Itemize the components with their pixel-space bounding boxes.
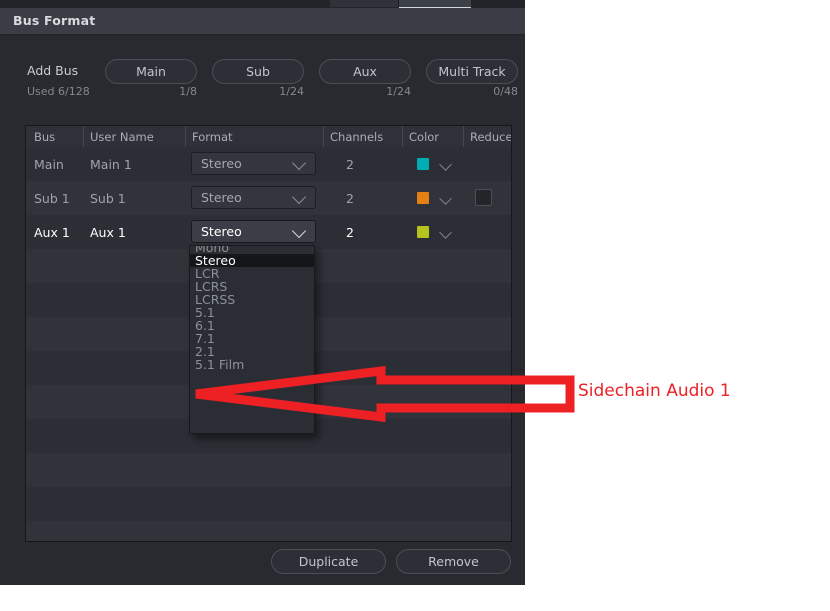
add-bus-aux-count: 1/24 — [386, 85, 411, 98]
window-tab-strip — [0, 0, 525, 9]
add-bus-multi-track-button[interactable]: Multi Track — [426, 59, 518, 84]
add-bus-sub-count: 1/24 — [279, 85, 304, 98]
window-title: Bus Format — [13, 13, 96, 28]
column-divider[interactable] — [463, 126, 464, 147]
format-value: Stereo — [201, 190, 242, 205]
title-bar: Bus Format — [0, 8, 525, 35]
add-bus-main-button[interactable]: Main — [105, 59, 197, 84]
duplicate-button[interactable]: Duplicate — [271, 549, 386, 574]
color-swatch[interactable] — [417, 158, 429, 170]
cell-channels: 2 — [346, 225, 354, 240]
format-dropdown-button[interactable]: Stereo — [191, 220, 316, 243]
cell-channels: 2 — [346, 191, 354, 206]
column-divider[interactable] — [402, 126, 403, 147]
add-bus-main-count: 1/8 — [179, 85, 197, 98]
annotation-label: Sidechain Audio 1 — [578, 381, 731, 401]
cell-channels: 2 — [346, 157, 354, 172]
tab-inactive[interactable] — [330, 0, 399, 7]
bus-table-header: Bus User Name Format Channels Color Redu… — [26, 126, 511, 148]
reduce-checkbox[interactable] — [475, 189, 492, 206]
table-row-empty[interactable] — [26, 487, 511, 521]
format-value: Stereo — [201, 156, 242, 171]
chevron-down-icon — [291, 223, 307, 239]
add-bus-multi-track-count: 0/48 — [493, 85, 518, 98]
table-row-empty[interactable] — [26, 453, 511, 487]
table-row[interactable]: Main Main 1 Stereo 2 — [26, 147, 511, 181]
cell-bus: Main — [34, 157, 64, 172]
dialog-footer: Duplicate Remove — [0, 547, 525, 585]
cell-bus: Sub 1 — [34, 191, 70, 206]
chevron-down-icon — [291, 155, 307, 171]
color-swatch[interactable] — [417, 192, 429, 204]
format-options-popup[interactable]: Mono Stereo LCR LCRS LCRSS 5.1 6.1 7.1 2… — [189, 245, 315, 434]
format-options-list: Mono Stereo LCR LCRS LCRSS 5.1 6.1 7.1 2… — [190, 246, 314, 371]
table-row-empty[interactable] — [26, 521, 511, 541]
cell-user-name[interactable]: Main 1 — [90, 157, 132, 172]
add-bus-aux-button[interactable]: Aux — [319, 59, 411, 84]
column-header-format[interactable]: Format — [192, 130, 233, 144]
color-chevron-down-icon[interactable] — [439, 192, 452, 205]
remove-button[interactable]: Remove — [396, 549, 511, 574]
table-row[interactable]: Aux 1 Aux 1 Stereo 2 — [26, 215, 511, 249]
add-bus-row: Add Bus Used 6/128 Main 1/8 Sub 1/24 Aux… — [0, 57, 525, 107]
column-divider[interactable] — [323, 126, 324, 147]
column-divider[interactable] — [83, 126, 84, 147]
format-value: Stereo — [201, 224, 242, 239]
format-dropdown-button[interactable]: Stereo — [191, 152, 316, 175]
color-swatch[interactable] — [417, 226, 429, 238]
color-chevron-down-icon[interactable] — [439, 158, 452, 171]
column-header-user-name[interactable]: User Name — [90, 130, 154, 144]
format-option-5-1-film[interactable]: 5.1 Film — [190, 358, 314, 371]
cell-user-name[interactable]: Sub 1 — [90, 191, 126, 206]
bus-format-window: Bus Format Add Bus Used 6/128 Main 1/8 S… — [0, 0, 525, 585]
column-header-bus[interactable]: Bus — [34, 130, 55, 144]
column-header-color[interactable]: Color — [409, 130, 439, 144]
column-divider[interactable] — [185, 126, 186, 147]
color-chevron-down-icon[interactable] — [439, 226, 452, 239]
add-bus-sub-button[interactable]: Sub — [212, 59, 304, 84]
chevron-down-icon — [291, 189, 307, 205]
table-row[interactable]: Sub 1 Sub 1 Stereo 2 — [26, 181, 511, 215]
add-bus-label: Add Bus — [27, 63, 79, 78]
column-header-reduce[interactable]: Reduce — [470, 130, 511, 144]
format-dropdown-button[interactable]: Stereo — [191, 186, 316, 209]
cell-bus: Aux 1 — [34, 225, 70, 240]
column-header-channels[interactable]: Channels — [330, 130, 383, 144]
add-bus-used-count: Used 6/128 — [27, 85, 90, 98]
cell-user-name[interactable]: Aux 1 — [90, 225, 126, 240]
